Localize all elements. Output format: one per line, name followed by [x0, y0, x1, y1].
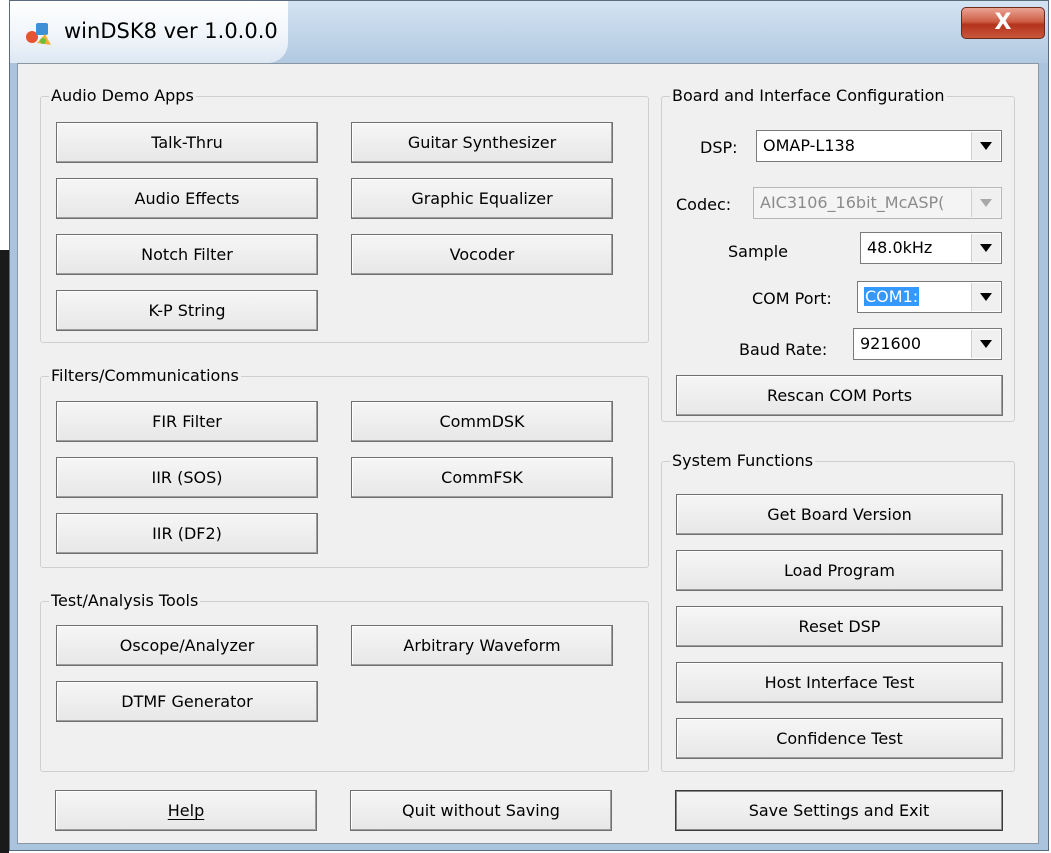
com-port-value-wrap: COM1:: [864, 286, 920, 308]
dsp-value: OMAP-L138: [763, 136, 855, 155]
filters-group: Filters/Communications FIR Filter CommDS…: [40, 365, 649, 568]
reset-dsp-button[interactable]: Reset DSP: [676, 606, 1003, 647]
iir-df2-button[interactable]: IIR (DF2): [56, 513, 318, 554]
help-button[interactable]: Help: [55, 790, 317, 831]
notch-filter-button[interactable]: Notch Filter: [56, 234, 318, 275]
vocoder-button[interactable]: Vocoder: [351, 234, 613, 275]
filters-title: Filters/Communications: [49, 365, 241, 387]
quit-without-saving-button[interactable]: Quit without Saving: [350, 790, 612, 831]
dtmf-generator-button[interactable]: DTMF Generator: [56, 681, 318, 722]
sample-rate-select[interactable]: 48.0kHz: [860, 232, 1002, 264]
board-config-group: Board and Interface Configuration DSP: O…: [661, 85, 1015, 422]
codec-label: Codec:: [676, 195, 732, 214]
codec-value: AIC3106_16bit_McASP(: [760, 193, 945, 212]
chevron-down-icon[interactable]: [971, 330, 1000, 358]
audio-demo-group: Audio Demo Apps Talk-Thru Guitar Synthes…: [40, 85, 649, 343]
kp-string-button[interactable]: K-P String: [56, 290, 318, 331]
rescan-com-ports-button[interactable]: Rescan COM Ports: [676, 375, 1003, 416]
dialog-client-area: Audio Demo Apps Talk-Thru Guitar Synthes…: [17, 63, 1039, 844]
com-port-select[interactable]: COM1:: [857, 281, 1002, 313]
audio-demo-title: Audio Demo Apps: [49, 85, 196, 107]
title-tab: winDSK8 ver 1.0.0.0: [10, 1, 288, 63]
close-button[interactable]: X: [961, 7, 1045, 39]
app-icon[interactable]: [23, 19, 53, 49]
chevron-down-icon: [971, 189, 1000, 217]
background-window-edge: [0, 250, 9, 853]
host-interface-test-button[interactable]: Host Interface Test: [676, 662, 1003, 703]
app-window: winDSK8 ver 1.0.0.0 X Audio Demo Apps Ta…: [9, 0, 1049, 851]
com-port-value: COM1:: [864, 287, 920, 306]
baud-rate-label: Baud Rate:: [739, 340, 828, 359]
dsp-label: DSP:: [700, 138, 738, 157]
guitar-synthesizer-button[interactable]: Guitar Synthesizer: [351, 122, 613, 163]
load-program-button[interactable]: Load Program: [676, 550, 1003, 591]
board-config-title: Board and Interface Configuration: [670, 85, 947, 107]
com-port-label: COM Port:: [752, 289, 832, 308]
system-functions-title: System Functions: [670, 450, 816, 472]
baud-rate-select[interactable]: 921600: [853, 328, 1002, 360]
graphic-equalizer-button[interactable]: Graphic Equalizer: [351, 178, 613, 219]
close-icon: X: [994, 10, 1012, 35]
codec-select: AIC3106_16bit_McASP(: [753, 187, 1002, 219]
iir-sos-button[interactable]: IIR (SOS): [56, 457, 318, 498]
confidence-test-button[interactable]: Confidence Test: [676, 718, 1003, 759]
test-tools-group: Test/Analysis Tools Oscope/Analyzer Arbi…: [40, 590, 649, 772]
baud-rate-value: 921600: [860, 334, 922, 353]
title-bar[interactable]: winDSK8 ver 1.0.0.0 X: [10, 1, 1048, 63]
audio-effects-button[interactable]: Audio Effects: [56, 178, 318, 219]
oscope-analyzer-button[interactable]: Oscope/Analyzer: [56, 625, 318, 666]
get-board-version-button[interactable]: Get Board Version: [676, 494, 1003, 535]
window-title: winDSK8 ver 1.0.0.0: [64, 19, 278, 43]
talk-thru-button[interactable]: Talk-Thru: [56, 122, 318, 163]
commfsk-button[interactable]: CommFSK: [351, 457, 613, 498]
sample-rate-value: 48.0kHz: [867, 238, 933, 257]
sample-label: Sample: [728, 242, 788, 261]
chevron-down-icon[interactable]: [971, 132, 1000, 160]
chevron-down-icon[interactable]: [971, 234, 1000, 262]
arbitrary-waveform-button[interactable]: Arbitrary Waveform: [351, 625, 613, 666]
dsp-select[interactable]: OMAP-L138: [756, 130, 1002, 162]
system-functions-group: System Functions Get Board Version Load …: [661, 450, 1015, 772]
test-tools-title: Test/Analysis Tools: [49, 590, 201, 612]
fir-filter-button[interactable]: FIR Filter: [56, 401, 318, 442]
save-settings-and-exit-button[interactable]: Save Settings and Exit: [675, 790, 1003, 831]
help-label: Help: [167, 801, 205, 820]
chevron-down-icon[interactable]: [971, 283, 1000, 311]
commdsk-button[interactable]: CommDSK: [351, 401, 613, 442]
